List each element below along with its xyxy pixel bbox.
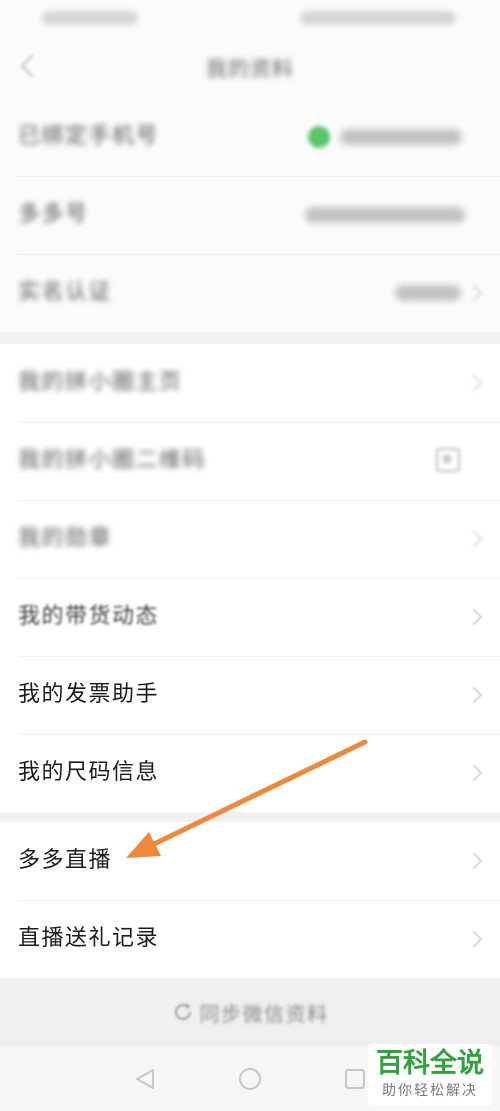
nav-back-icon[interactable] bbox=[132, 1066, 158, 1092]
chevron-right-icon bbox=[465, 284, 483, 302]
row-label: 多多号 bbox=[18, 202, 89, 227]
row-label: 多多直播 bbox=[18, 848, 113, 873]
status-bar-right-blur bbox=[300, 11, 456, 25]
row-label: 我的尺码信息 bbox=[18, 760, 160, 785]
row-bound-phone[interactable]: 已绑定手机号 bbox=[0, 98, 500, 176]
row-medals[interactable]: 我的勋章 bbox=[0, 500, 500, 578]
row-live-gift-records[interactable]: 直播送礼记录 bbox=[0, 900, 500, 978]
chevron-right-icon bbox=[465, 608, 483, 626]
sync-button-label: 同步微信资料 bbox=[199, 1001, 329, 1026]
screen: 我的资料 已绑定手机号 多多号 实名认证 我的拼小圈主页 我的拼小圈二维码 我的 bbox=[0, 0, 500, 1111]
row-label: 我的勋章 bbox=[18, 526, 113, 551]
refresh-icon bbox=[174, 1003, 191, 1020]
footer: 同步微信资料 bbox=[0, 978, 500, 1046]
chevron-right-icon bbox=[465, 852, 483, 870]
row-label: 我的拼小圈主页 bbox=[18, 370, 183, 395]
row-label: 我的带货动态 bbox=[18, 604, 160, 629]
auth-value-blurred bbox=[395, 285, 461, 301]
watermark-title: 百科全说 bbox=[376, 1048, 484, 1079]
row-pinxiaoquan-home[interactable]: 我的拼小圈主页 bbox=[0, 344, 500, 422]
feature-group: 我的拼小圈主页 我的拼小圈二维码 我的勋章 我的带货动态 我的发票助手 我的尺码… bbox=[0, 344, 500, 812]
status-bar-left-blur bbox=[42, 11, 138, 25]
row-pinxiaoquan-qrcode[interactable]: 我的拼小圈二维码 bbox=[0, 422, 500, 500]
chevron-right-icon bbox=[465, 764, 483, 782]
id-value-blurred bbox=[305, 207, 465, 223]
status-bar bbox=[0, 0, 500, 36]
chevron-right-icon bbox=[465, 930, 483, 948]
chevron-right-icon bbox=[465, 686, 483, 704]
qr-code-icon bbox=[436, 448, 460, 472]
nav-recents-icon[interactable] bbox=[342, 1066, 368, 1092]
row-duoduo-live[interactable]: 多多直播 bbox=[0, 822, 500, 900]
row-invoice-assistant[interactable]: 我的发票助手 bbox=[0, 656, 500, 734]
watermark-subtitle: 助你轻松解决 bbox=[382, 1083, 478, 1099]
row-real-name-auth[interactable]: 实名认证 bbox=[0, 254, 500, 332]
page-title: 我的资料 bbox=[206, 57, 294, 81]
phone-value-blurred bbox=[340, 129, 462, 145]
wechat-status-icon bbox=[308, 126, 330, 148]
sync-wechat-profile-button[interactable]: 同步微信资料 bbox=[172, 998, 329, 1027]
row-sales-feed[interactable]: 我的带货动态 bbox=[0, 578, 500, 656]
row-label: 直播送礼记录 bbox=[18, 926, 160, 951]
row-duoduo-id[interactable]: 多多号 bbox=[0, 176, 500, 254]
chevron-right-icon bbox=[465, 374, 483, 392]
nav-home-icon[interactable] bbox=[237, 1066, 263, 1092]
row-label: 我的发票助手 bbox=[18, 682, 160, 707]
live-group: 多多直播 直播送礼记录 bbox=[0, 822, 500, 978]
chevron-right-icon bbox=[465, 530, 483, 548]
watermark: 百科全说 助你轻松解决 bbox=[368, 1044, 492, 1106]
row-label: 已绑定手机号 bbox=[18, 124, 160, 149]
row-size-info[interactable]: 我的尺码信息 bbox=[0, 734, 500, 812]
profile-group: 已绑定手机号 多多号 实名认证 bbox=[0, 98, 500, 332]
row-label: 实名认证 bbox=[18, 280, 113, 305]
row-label: 我的拼小圈二维码 bbox=[18, 448, 207, 473]
page-header: 我的资料 bbox=[0, 36, 500, 98]
